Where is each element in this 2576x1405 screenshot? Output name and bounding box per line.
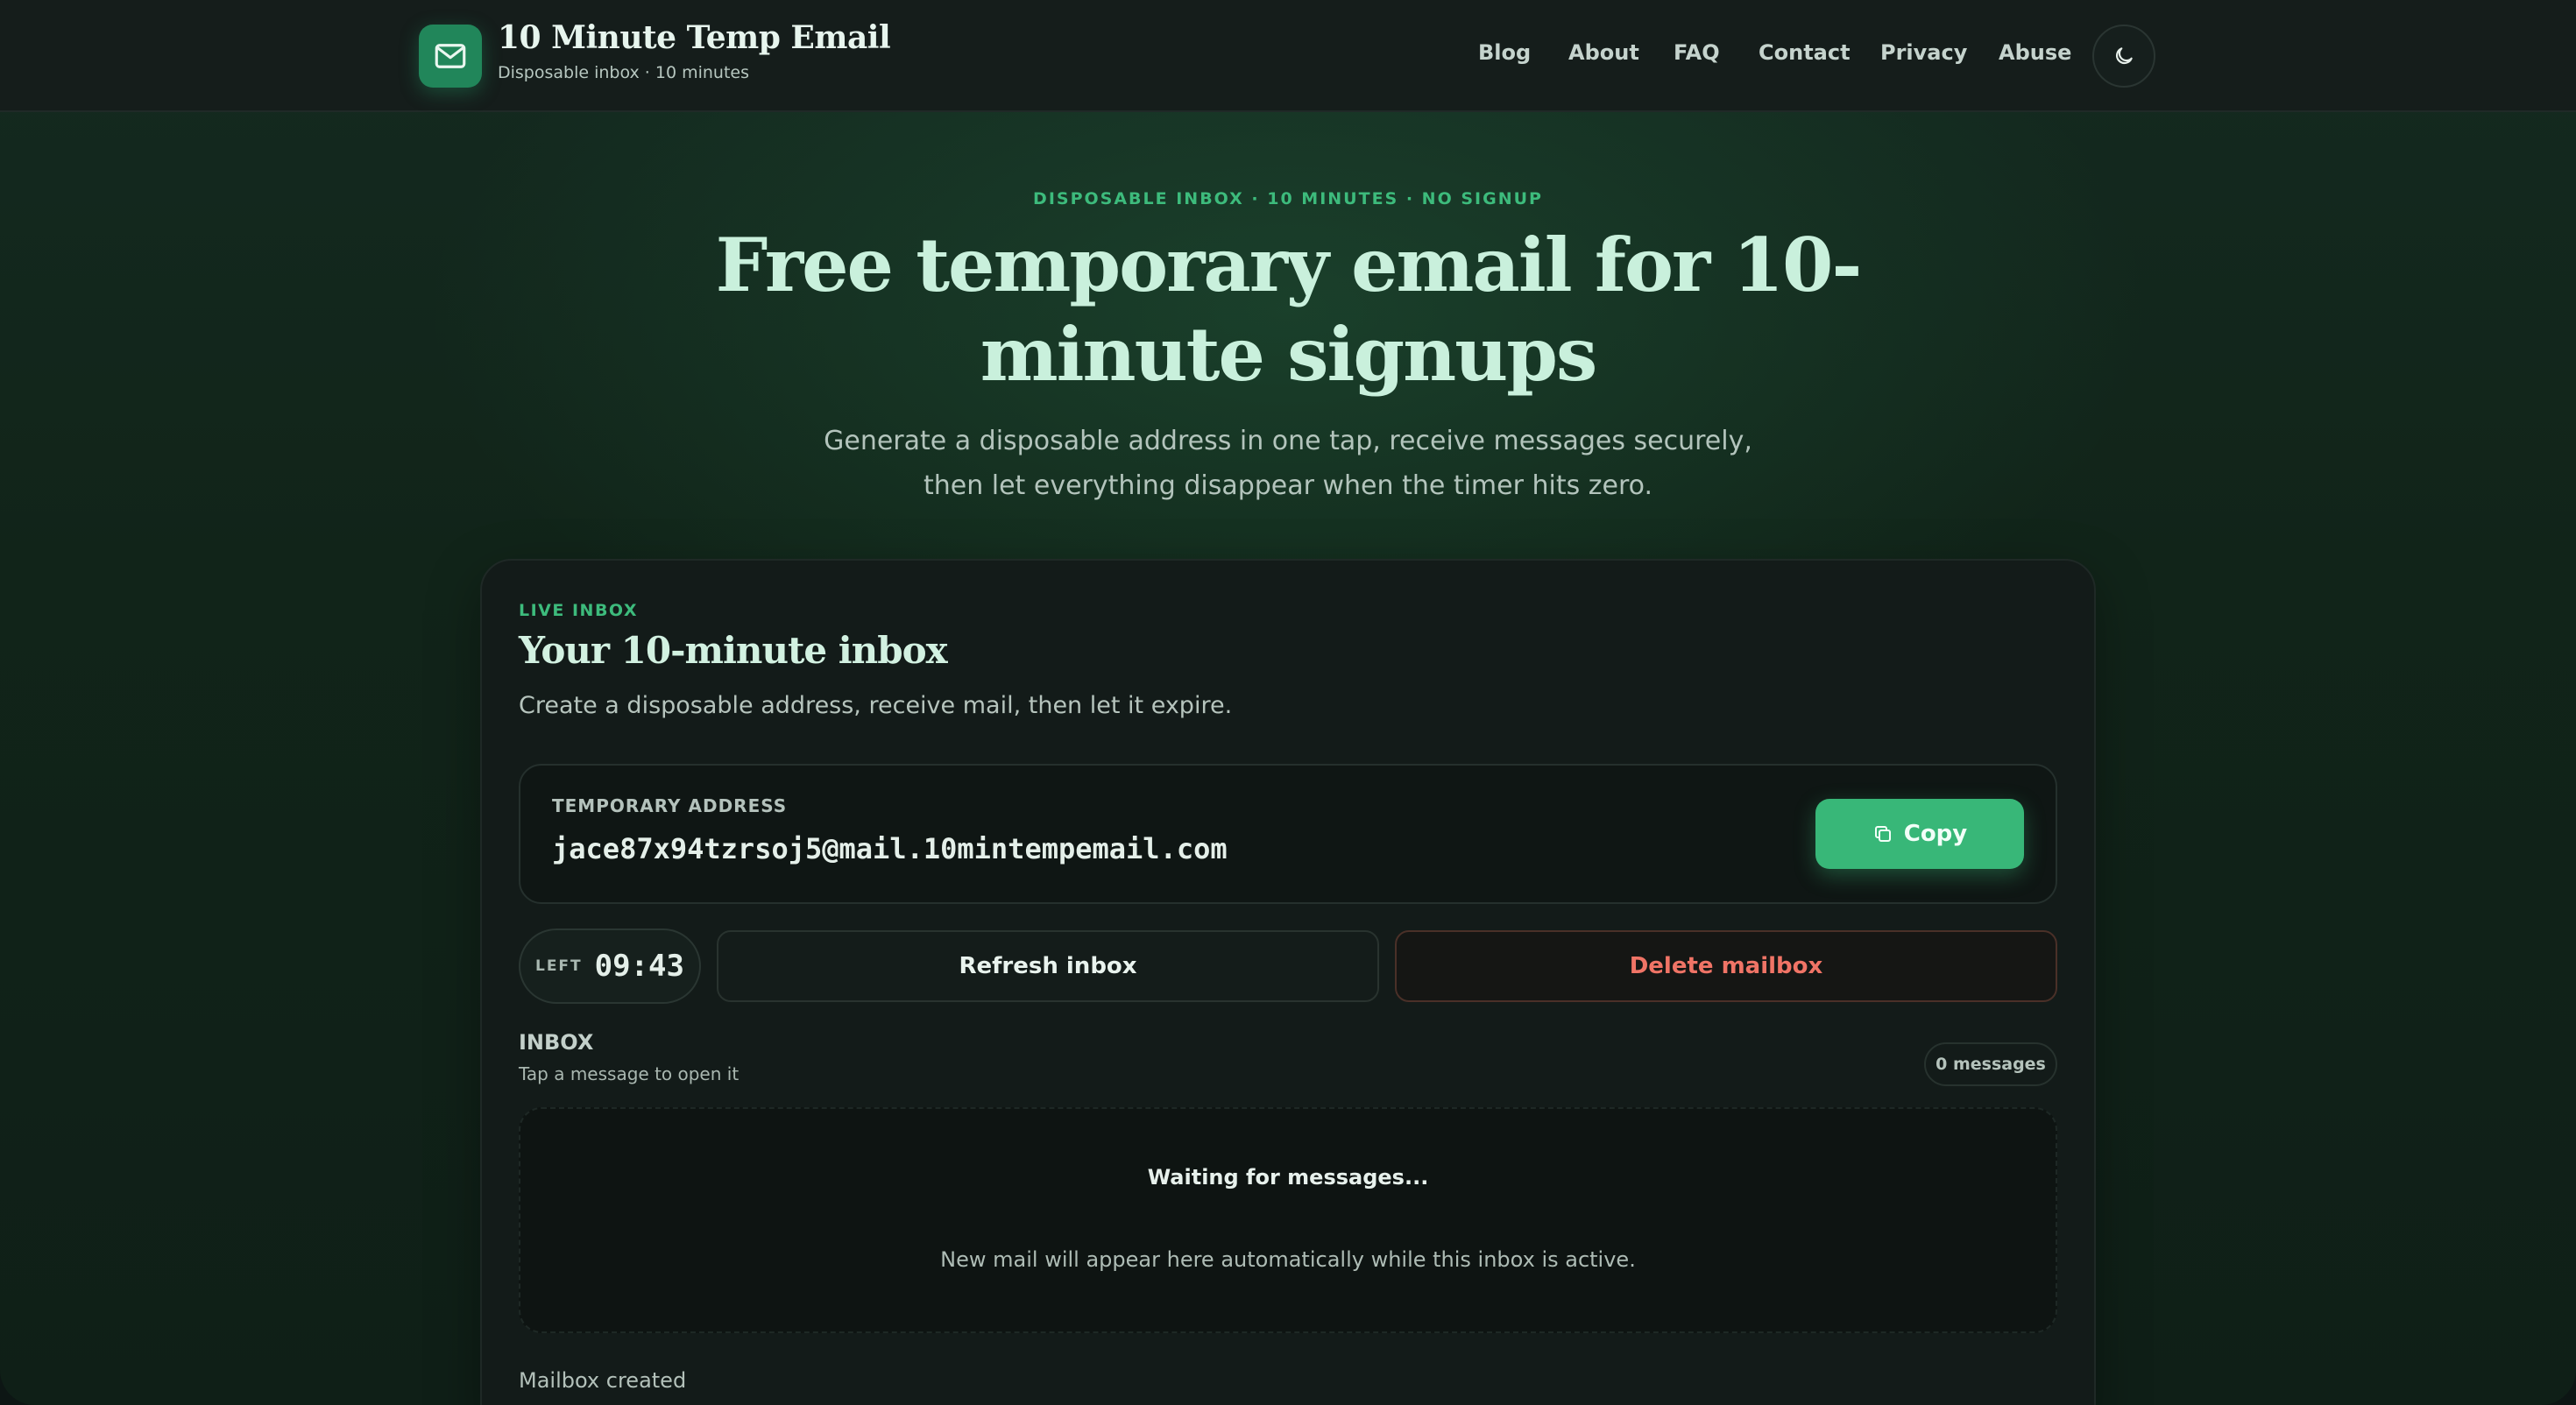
timer-label: LEFT (534, 957, 583, 975)
message-list-empty-state (519, 1107, 2057, 1333)
mail-icon (435, 44, 466, 68)
nav-link-blog[interactable]: Blog (1478, 40, 1531, 65)
nav-link-privacy[interactable]: Privacy (1880, 40, 1967, 65)
moon-icon (2115, 47, 2133, 65)
card-subtitle: Create a disposable address, receive mai… (519, 692, 1233, 719)
nav-link-abuse[interactable]: Abuse (1999, 40, 2071, 65)
empty-state-title: Waiting for messages... (1147, 1165, 1429, 1190)
nav-link-about[interactable]: About (1568, 40, 1639, 65)
hero-title: Free temporary email for 10-minute signu… (715, 222, 1863, 398)
copy-icon (1874, 826, 1891, 842)
brand-logo[interactable] (419, 25, 482, 88)
countdown-timer: LEFT 09:43 (519, 928, 701, 1004)
card-eyebrow: LIVE INBOX (519, 601, 639, 620)
card-title: Your 10-minute inbox (519, 629, 948, 672)
inbox-heading: INBOX (519, 1030, 594, 1055)
inbox-hint: Tap a message to open it (519, 1063, 740, 1084)
empty-state-subtitle: New mail will appear here automatically … (940, 1247, 1636, 1272)
message-count-badge: 0 messages (1924, 1042, 2057, 1086)
timer-value: 09:43 (594, 949, 684, 984)
mailbox-status: Mailbox created (519, 1368, 687, 1393)
address-label: TEMPORARY ADDRESS (552, 795, 788, 816)
hero-subtitle: Generate a disposable address in one tap… (824, 426, 1752, 501)
copy-button-label: Copy (1903, 821, 1968, 847)
email-address[interactable]: jace87x94tzrsoj5@mail.10mintempemail.com (552, 832, 1228, 865)
app-window: 10 Minute Temp Email Disposable inbox · … (0, 0, 2576, 1405)
copy-button[interactable]: Copy (1815, 799, 2024, 869)
brand-subtitle: Disposable inbox · 10 minutes (498, 63, 750, 82)
nav-link-faq[interactable]: FAQ (1674, 40, 1720, 65)
brand-title[interactable]: 10 Minute Temp Email (498, 19, 891, 56)
top-navigation-bar (0, 0, 2576, 112)
delete-mailbox-button[interactable]: Delete mailbox (1395, 930, 2057, 1002)
nav-link-contact[interactable]: Contact (1759, 40, 1851, 65)
refresh-inbox-button[interactable]: Refresh inbox (717, 930, 1379, 1002)
theme-toggle-button[interactable] (2092, 25, 2155, 88)
hero-eyebrow: DISPOSABLE INBOX · 10 MINUTES · NO SIGNU… (1033, 189, 1543, 208)
